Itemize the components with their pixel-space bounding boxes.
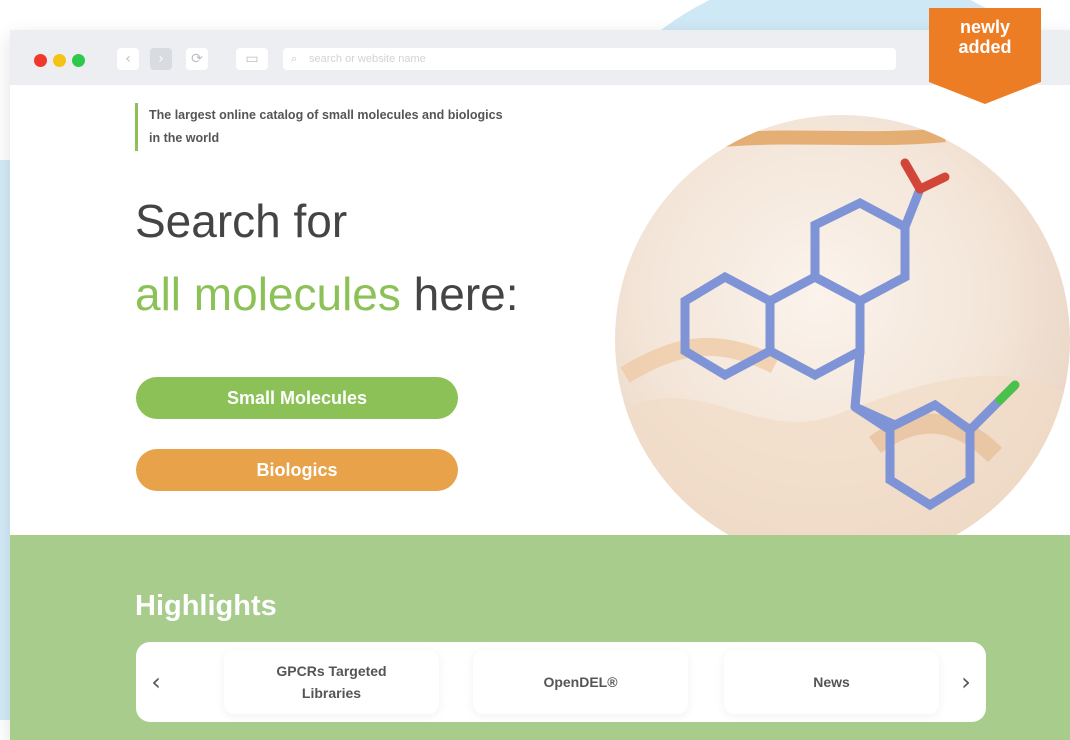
hero-heading-line2: all molecules here:: [135, 266, 519, 322]
highlights-title: Highlights: [135, 590, 277, 622]
back-button[interactable]: ‹: [117, 48, 139, 70]
sidebar-icon: ▭: [245, 51, 259, 67]
molecule-illustration: [615, 115, 1070, 565]
badge-line1: newly: [959, 17, 1011, 37]
molecule-structure-image: [615, 115, 1070, 565]
newly-added-badge-text: newly added: [929, 17, 1041, 57]
minimize-window-dot[interactable]: [53, 54, 66, 67]
highlight-card-label: GPCRs Targeted Libraries: [276, 663, 387, 701]
reload-icon: ⟳: [191, 51, 203, 67]
highlight-card-news[interactable]: News: [724, 650, 939, 714]
address-bar[interactable]: ⌕ search or website name: [283, 48, 896, 70]
tagline-accent-bar: [135, 103, 138, 151]
chevron-right-icon: ›: [158, 51, 164, 67]
chevron-left-icon: ‹: [125, 51, 131, 67]
small-molecules-button[interactable]: Small Molecules: [136, 377, 458, 419]
highlight-card-gpcrs[interactable]: GPCRs Targeted Libraries: [224, 650, 439, 714]
carousel-next-button[interactable]: ›: [946, 642, 986, 722]
browser-toolbar: ‹ › ⟳ ▭ ⌕ search or website name: [10, 30, 1070, 86]
hero-heading-rest: here:: [400, 268, 519, 320]
search-icon: ⌕: [291, 52, 298, 65]
sidebar-toggle-button[interactable]: ▭: [236, 48, 268, 70]
badge-line2: added: [958, 37, 1012, 57]
forward-button[interactable]: ›: [150, 48, 172, 70]
highlight-card-opendel[interactable]: OpenDEL®: [473, 650, 688, 714]
maximize-window-dot[interactable]: [72, 54, 85, 67]
hero-tagline: The largest online catalog of small mole…: [149, 108, 503, 145]
carousel-prev-button[interactable]: ‹: [136, 642, 176, 722]
hero-heading-line1: Search for: [135, 195, 348, 247]
hero-heading-accent: all molecules: [135, 268, 401, 320]
chevron-right-icon: ›: [961, 668, 971, 696]
reload-button[interactable]: ⟳: [186, 48, 208, 70]
close-window-dot[interactable]: [34, 54, 47, 67]
highlight-card-label: News: [813, 674, 850, 690]
address-placeholder: search or website name: [309, 53, 426, 65]
chevron-left-icon: ‹: [151, 668, 161, 696]
biologics-button[interactable]: Biologics: [136, 449, 458, 491]
browser-window: ‹ › ⟳ ▭ ⌕ search or website name The lar…: [10, 30, 1070, 740]
highlights-carousel: ‹ GPCRs Targeted Libraries OpenDEL® News…: [136, 642, 986, 722]
highlight-card-label: OpenDEL®: [543, 674, 618, 690]
